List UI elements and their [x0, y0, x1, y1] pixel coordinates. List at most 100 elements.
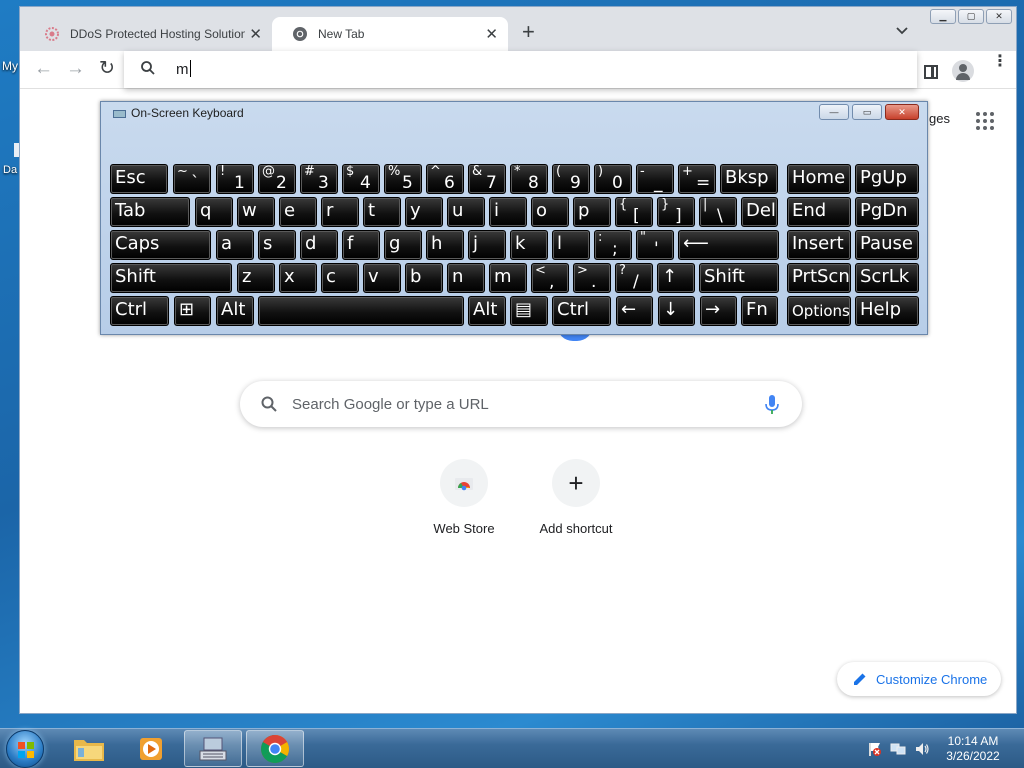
key-y[interactable]: y	[405, 197, 443, 227]
key-tab[interactable]: Tab	[110, 197, 190, 227]
key-ctrl-right[interactable]: Ctrl	[552, 296, 611, 326]
system-clock[interactable]: 10:14 AM 3/26/2022	[937, 734, 1009, 764]
key-3[interactable]: #3	[300, 164, 338, 194]
key-alt-right[interactable]: Alt	[468, 296, 506, 326]
key-down[interactable]: ↓	[658, 296, 695, 326]
osk-minimize-button[interactable]: —	[819, 104, 849, 120]
key-2[interactable]: @2	[258, 164, 296, 194]
key-a[interactable]: a	[216, 230, 254, 260]
network-icon[interactable]	[890, 741, 906, 757]
key-del[interactable]: Del	[741, 197, 778, 227]
key-up[interactable]: ↑	[657, 263, 695, 293]
taskbar-chrome[interactable]	[246, 730, 304, 767]
taskbar-media-player[interactable]	[122, 730, 180, 767]
key-s[interactable]: s	[258, 230, 296, 260]
web-store-tile[interactable]	[440, 459, 488, 507]
osk-restore-button[interactable]: ▭	[852, 104, 882, 120]
google-apps-icon[interactable]	[976, 112, 994, 130]
key-right[interactable]: →	[700, 296, 737, 326]
osk-title-bar[interactable]: On-Screen Keyboard — ▭ ✕	[101, 102, 927, 124]
key-v[interactable]: v	[363, 263, 401, 293]
customize-chrome-button[interactable]: Customize Chrome	[837, 662, 1001, 696]
key-bksp[interactable]: Bksp	[720, 164, 778, 194]
key-semicolon[interactable]: :;	[594, 230, 632, 260]
shortcut-web-store[interactable]: Web Store	[409, 459, 519, 536]
key-lbracket[interactable]: {[	[615, 197, 653, 227]
key-pgup[interactable]: PgUp	[855, 164, 919, 194]
key-help[interactable]: Help	[855, 296, 919, 326]
key-b[interactable]: b	[405, 263, 443, 293]
reload-button[interactable]: ↻	[99, 59, 115, 79]
taskbar-explorer[interactable]	[60, 730, 118, 767]
chrome-menu-icon[interactable]: ⋮	[992, 54, 1008, 70]
tab-new-tab[interactable]: New Tab ✕	[272, 17, 508, 51]
key-alt-left[interactable]: Alt	[216, 296, 254, 326]
key-win[interactable]: ⊞	[174, 296, 211, 326]
key-f[interactable]: f	[342, 230, 380, 260]
key-t[interactable]: t	[363, 197, 401, 227]
key-backtick[interactable]: ~ `	[173, 164, 211, 194]
key-d[interactable]: d	[300, 230, 338, 260]
key-equals[interactable]: + =	[678, 164, 716, 194]
key-w[interactable]: w	[237, 197, 275, 227]
microphone-icon[interactable]	[764, 394, 780, 416]
key-p[interactable]: p	[573, 197, 611, 227]
key-k[interactable]: k	[510, 230, 548, 260]
key-u[interactable]: u	[447, 197, 485, 227]
desktop-icon-label[interactable]: Da	[3, 164, 17, 176]
maximize-button[interactable]: ▢	[958, 9, 984, 24]
key-options[interactable]: Options	[787, 296, 851, 326]
key-j[interactable]: j	[468, 230, 506, 260]
add-shortcut-tile[interactable]: +	[552, 459, 600, 507]
key-o[interactable]: o	[531, 197, 569, 227]
key-prtscn[interactable]: PrtScn	[787, 263, 851, 293]
volume-icon[interactable]	[914, 741, 930, 757]
close-tab-icon[interactable]: ✕	[249, 25, 262, 43]
key-esc[interactable]: Esc	[110, 164, 168, 194]
key-minus[interactable]: - _	[636, 164, 674, 194]
key-backslash[interactable]: | \	[699, 197, 737, 227]
minimize-button[interactable]: ▁	[930, 9, 956, 24]
address-bar[interactable]: m	[124, 51, 917, 88]
key-enter[interactable]: ⟵	[678, 230, 779, 260]
key-n[interactable]: n	[447, 263, 485, 293]
ntp-search-box[interactable]: Search Google or type a URL	[240, 381, 802, 427]
key-7[interactable]: & 7	[468, 164, 506, 194]
key-fn[interactable]: Fn	[741, 296, 778, 326]
key-slash[interactable]: ? /	[615, 263, 653, 293]
key-5[interactable]: % 5	[384, 164, 422, 194]
key-m[interactable]: m	[489, 263, 527, 293]
key-space[interactable]	[258, 296, 464, 326]
desktop-icon-label[interactable]: My	[2, 59, 18, 73]
key-q[interactable]: q	[195, 197, 233, 227]
forward-button[interactable]: →	[66, 59, 85, 79]
key-h[interactable]: h	[426, 230, 464, 260]
tab-ddos-hosting[interactable]: DDoS Protected Hosting Solutions ✕	[24, 17, 272, 51]
key-c[interactable]: c	[321, 263, 359, 293]
key-l[interactable]: l	[552, 230, 590, 260]
key-4[interactable]: $4	[342, 164, 380, 194]
key-z[interactable]: z	[237, 263, 275, 293]
key-8[interactable]: * 8	[510, 164, 548, 194]
key-left[interactable]: ←	[616, 296, 653, 326]
key-quote[interactable]: " '	[636, 230, 674, 260]
key-x[interactable]: x	[279, 263, 317, 293]
osk-close-button[interactable]: ✕	[885, 104, 919, 120]
shortcut-add[interactable]: + Add shortcut	[521, 459, 631, 536]
key-scrlk[interactable]: ScrLk	[855, 263, 919, 293]
close-button[interactable]: ✕	[986, 9, 1012, 24]
key-9[interactable]: (9	[552, 164, 590, 194]
key-shift-right[interactable]: Shift	[699, 263, 779, 293]
key-home[interactable]: Home	[787, 164, 851, 194]
key-g[interactable]: g	[384, 230, 422, 260]
action-center-flag-icon[interactable]	[866, 741, 882, 757]
key-pgdn[interactable]: PgDn	[855, 197, 919, 227]
key-shift-left[interactable]: Shift	[110, 263, 232, 293]
key-end[interactable]: End	[787, 197, 851, 227]
address-bar-input[interactable]: m	[176, 60, 191, 78]
key-pause[interactable]: Pause	[855, 230, 919, 260]
key-ctrl-left[interactable]: Ctrl	[110, 296, 169, 326]
images-link[interactable]: ges	[929, 111, 950, 126]
key-comma[interactable]: <,	[531, 263, 569, 293]
taskbar-on-screen-keyboard[interactable]	[184, 730, 242, 767]
